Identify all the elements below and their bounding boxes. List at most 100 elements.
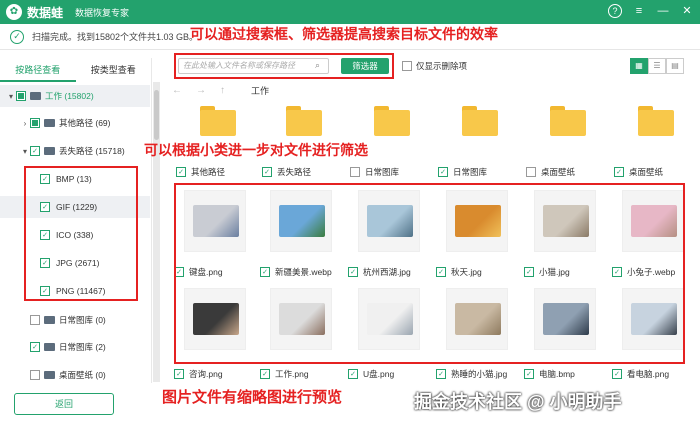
app-subtitle: 数据恢复专家 — [75, 7, 130, 18]
item-checkbox[interactable] — [350, 167, 360, 177]
image-label: 熟睡的小猫.jpg — [451, 369, 508, 379]
image-label: U盘.png — [363, 369, 395, 379]
subtype-highlight-box — [24, 166, 138, 301]
tree-checkbox[interactable] — [30, 370, 40, 380]
image-item[interactable]: ✓ 咨询.png — [174, 368, 223, 380]
folder-label: 日常图库 — [453, 167, 488, 177]
expand-arrow-icon[interactable]: › — [20, 119, 30, 128]
tree-item-label: 其他路径 (69) — [59, 118, 111, 128]
app-logo-icon: ✿ — [6, 4, 22, 20]
folder-icon[interactable] — [638, 106, 674, 136]
folder-item[interactable]: 日常图库 — [350, 166, 399, 178]
item-checkbox[interactable]: ✓ — [262, 167, 272, 177]
folder-label: 其他路径 — [191, 167, 226, 177]
folder-icon — [44, 343, 55, 351]
folder-item[interactable]: ✓ 丢失路径 — [262, 166, 311, 178]
expand-arrow-icon[interactable]: ▾ — [6, 92, 16, 101]
list-view-icon[interactable]: ☰ — [648, 58, 666, 74]
sidebar-tree-item[interactable]: ✓ 日常图库 (2) — [0, 336, 150, 358]
forward-arrow-icon[interactable]: → — [196, 85, 206, 96]
tree-checkbox[interactable]: ✓ — [30, 342, 40, 352]
item-checkbox[interactable]: ✓ — [348, 369, 358, 379]
sidebar-tree-item[interactable]: ▾ ✓ 丢失路径 (15718) — [0, 140, 150, 162]
item-checkbox[interactable] — [526, 167, 536, 177]
folder-item[interactable]: ✓ 其他路径 — [176, 166, 225, 178]
folder-label: 桌面壁纸 — [629, 167, 664, 177]
tree-item-label: 日常图库 (2) — [59, 342, 106, 352]
tree-item-label: 丢失路径 (15718) — [59, 146, 125, 156]
sidebar-scroll-thumb[interactable] — [154, 90, 159, 140]
watermark: 掘金技术社区 @ 小明助手 — [414, 392, 622, 412]
item-checkbox[interactable]: ✓ — [174, 369, 184, 379]
tab-by-type[interactable]: 按类型查看 — [76, 58, 152, 82]
detail-view-icon[interactable]: ▤ — [666, 58, 684, 74]
folder-item[interactable]: ✓ 日常图库 — [438, 166, 487, 178]
current-path: 工作 — [251, 86, 270, 96]
folder-icon[interactable] — [286, 106, 322, 136]
deleted-only-checkbox[interactable] — [402, 61, 412, 71]
tree-checkbox[interactable]: ✓ — [30, 146, 40, 156]
search-icon[interactable]: ⌕ — [315, 60, 320, 71]
sidebar-tabs: 按路径查看 按类型查看 — [0, 58, 151, 82]
thumbnail-highlight-box — [174, 183, 685, 364]
tree-item-label: 日常图库 (0) — [59, 315, 106, 325]
folder-label: 桌面壁纸 — [541, 167, 576, 177]
tree-checkbox[interactable] — [30, 315, 40, 325]
folder-icon — [44, 119, 55, 127]
sidebar-tree-item[interactable]: 桌面壁纸 (0) — [0, 364, 150, 386]
help-icon[interactable]: ? — [608, 4, 622, 18]
app-name: 数据蛙 — [27, 5, 64, 20]
folder-label: 日常图库 — [365, 167, 400, 177]
item-checkbox[interactable]: ✓ — [612, 369, 622, 379]
folder-icon[interactable] — [374, 106, 410, 136]
folder-item[interactable]: 桌面壁纸 — [526, 166, 575, 178]
image-item[interactable]: ✓ U盘.png — [348, 368, 394, 380]
tree-checkbox[interactable] — [16, 91, 26, 101]
image-label: 看电脑.png — [627, 369, 670, 379]
scan-status-text: 扫描完成。找到15802个文件共1.03 GB。 — [32, 32, 199, 42]
path-navigation: ← → ↑ 工作 — [172, 84, 269, 97]
image-label: 工作.png — [275, 369, 309, 379]
item-checkbox[interactable]: ✓ — [614, 167, 624, 177]
close-icon[interactable]: ✕ — [680, 4, 694, 18]
image-label: 电脑.bmp — [539, 369, 575, 379]
sidebar-tree-item[interactable]: ▾ 工作 (15802) — [0, 85, 150, 107]
filter-tip-annotation: 可以根据小类进一步对文件进行筛选 — [144, 143, 368, 159]
back-arrow-icon[interactable]: ← — [172, 85, 182, 96]
folder-icon[interactable] — [200, 106, 236, 136]
preview-tip-annotation: 图片文件有缩略图进行预览 — [162, 388, 343, 406]
item-checkbox[interactable]: ✓ — [176, 167, 186, 177]
deleted-only-option: 仅显示删除项 — [402, 60, 467, 72]
tree-checkbox[interactable] — [30, 118, 40, 128]
image-item[interactable]: ✓ 工作.png — [260, 368, 309, 380]
expand-arrow-icon[interactable]: ▾ — [20, 147, 30, 156]
tree-item-label: 工作 (15802) — [45, 91, 94, 101]
image-item[interactable]: ✓ 熟睡的小猫.jpg — [436, 368, 507, 380]
search-input[interactable]: 在此处输入文件名称或保存路径 — [178, 58, 329, 74]
menu-icon[interactable]: ≡ — [632, 4, 646, 18]
item-checkbox[interactable]: ✓ — [524, 369, 534, 379]
drive-icon — [30, 92, 41, 100]
sidebar-tree-item[interactable]: 日常图库 (0) — [0, 309, 150, 331]
folder-item[interactable]: ✓ 桌面壁纸 — [614, 166, 663, 178]
folder-icon[interactable] — [462, 106, 498, 136]
title-bar: ✿ 数据蛙 数据恢复专家 ? ≡ — ✕ — [0, 0, 700, 24]
tree-item-label: 桌面壁纸 (0) — [59, 370, 106, 380]
image-item[interactable]: ✓ 电脑.bmp — [524, 368, 575, 380]
back-button[interactable]: 返回 — [14, 393, 114, 415]
item-checkbox[interactable]: ✓ — [438, 167, 448, 177]
folder-icon — [44, 316, 55, 324]
item-checkbox[interactable]: ✓ — [260, 369, 270, 379]
folder-icon[interactable] — [550, 106, 586, 136]
folder-icon — [44, 371, 55, 379]
minimize-icon[interactable]: — — [656, 4, 670, 18]
up-arrow-icon[interactable]: ↑ — [220, 85, 225, 96]
image-item[interactable]: ✓ 看电脑.png — [612, 368, 669, 380]
tab-by-path[interactable]: 按路径查看 — [0, 58, 76, 82]
check-icon: ✓ — [10, 29, 24, 44]
folder-label: 丢失路径 — [277, 167, 312, 177]
item-checkbox[interactable]: ✓ — [436, 369, 446, 379]
grid-view-icon[interactable]: ▦ — [630, 58, 648, 74]
filter-button[interactable]: 筛选器 — [341, 58, 389, 74]
sidebar-tree-item[interactable]: › 其他路径 (69) — [0, 112, 150, 134]
